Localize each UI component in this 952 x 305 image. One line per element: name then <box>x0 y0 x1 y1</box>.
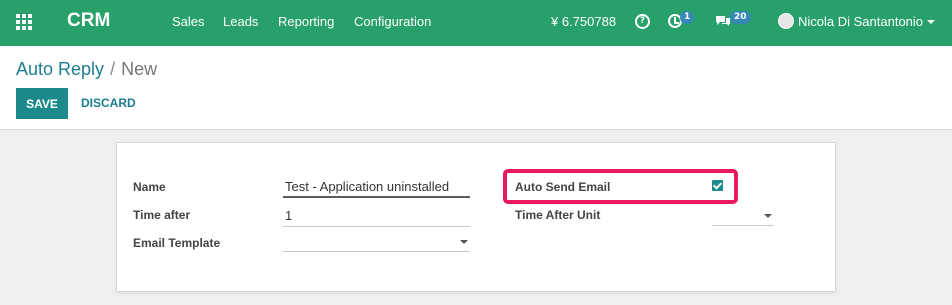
chat-icon[interactable] <box>715 15 731 27</box>
menu-item-sales[interactable]: Sales <box>172 14 205 29</box>
email-template-label: Email Template <box>133 236 221 250</box>
breadcrumb-current: New <box>121 59 158 79</box>
discard-button[interactable]: DISCARD <box>81 88 136 119</box>
breadcrumb-parent[interactable]: Auto Reply <box>16 59 104 79</box>
menu-item-configuration[interactable]: Configuration <box>354 14 431 29</box>
breadcrumb-separator: / <box>110 59 116 79</box>
app-brand[interactable]: CRM <box>67 10 110 32</box>
user-menu-name[interactable]: Nicola Di Santantonio <box>798 14 923 29</box>
caret-down-icon[interactable] <box>927 20 935 24</box>
time-after-unit-select[interactable] <box>712 204 774 226</box>
message-count-badge: 20 <box>730 11 751 24</box>
highlight-annotation <box>503 169 738 204</box>
caret-down-icon <box>460 240 468 244</box>
caret-down-icon <box>764 214 772 218</box>
time-after-input[interactable] <box>283 205 470 227</box>
save-button[interactable]: SAVE <box>16 88 68 119</box>
time-after-unit-label: Time After Unit <box>515 208 601 222</box>
time-after-label: Time after <box>133 208 191 222</box>
breadcrumb: Auto Reply / New <box>16 59 157 80</box>
activity-count-badge: 1 <box>680 11 695 24</box>
name-input[interactable] <box>283 176 470 198</box>
apps-grid-icon[interactable] <box>16 14 34 32</box>
menu-item-leads[interactable]: Leads <box>223 14 258 29</box>
menu-item-reporting[interactable]: Reporting <box>278 14 334 29</box>
help-icon[interactable]: ? <box>635 14 650 29</box>
top-navbar: CRM Sales Leads Reporting Configuration … <box>0 0 952 46</box>
name-label: Name <box>133 180 166 194</box>
control-panel: Auto Reply / New SAVE DISCARD <box>0 46 952 130</box>
avatar[interactable] <box>778 13 794 29</box>
email-template-select[interactable] <box>283 230 470 252</box>
currency-balance[interactable]: ¥ 6.750788 <box>551 14 616 29</box>
